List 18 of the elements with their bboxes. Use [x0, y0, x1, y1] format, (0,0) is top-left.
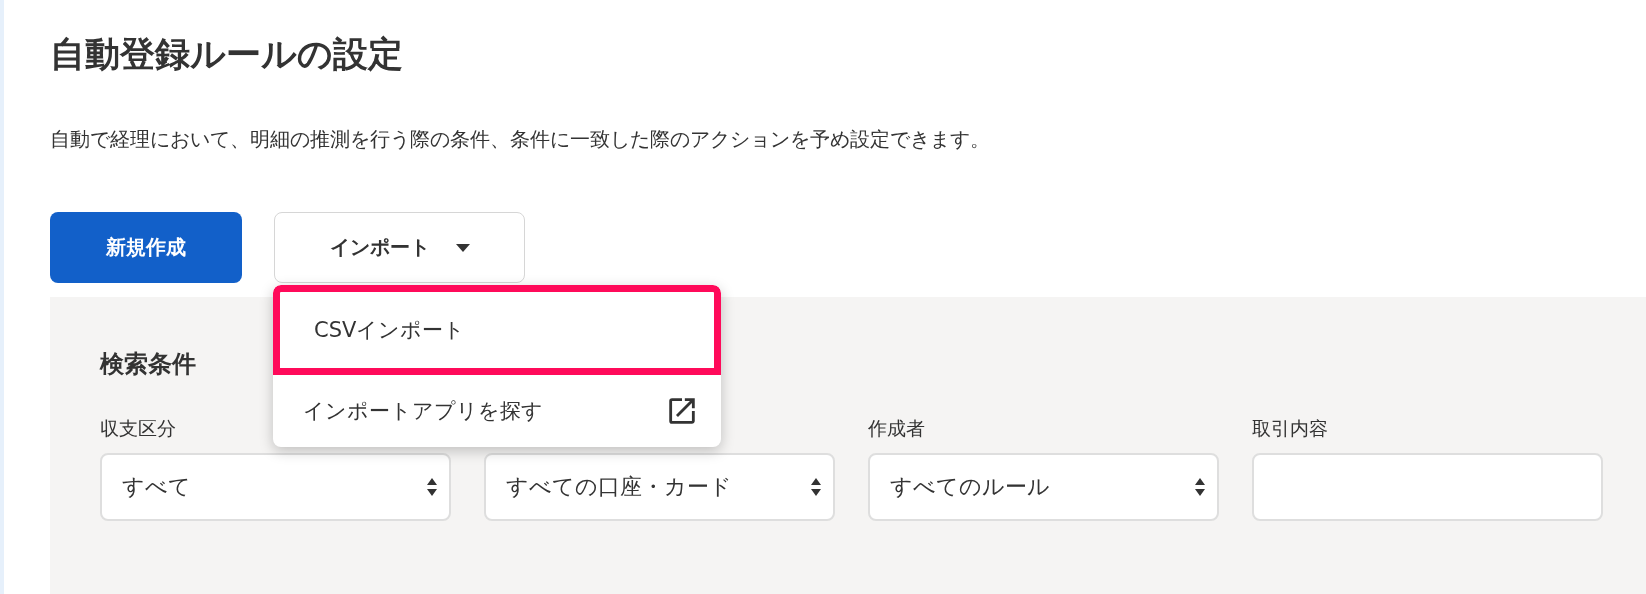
caret-icon	[455, 243, 470, 252]
select-field[interactable]: すべてのルール	[868, 453, 1219, 521]
page-title: 自動登録ルールの設定	[50, 33, 404, 76]
filter-label: 作成者	[868, 416, 925, 441]
sort-arrows-icon	[427, 478, 437, 496]
input-field[interactable]	[1252, 453, 1603, 521]
page-description: 自動で経理において、明細の推測を行う際の条件、条件に一致した際のアクションを予め設定できます。	[50, 126, 991, 153]
new-button[interactable]: 新規作成	[50, 212, 242, 283]
import-button[interactable]: インポート	[274, 212, 525, 283]
select-field[interactable]: すべて	[100, 453, 451, 521]
sort-arrows-icon	[811, 478, 821, 496]
select-field[interactable]: すべての口座・カード	[484, 453, 835, 521]
menu-item[interactable]: CSVインポート	[273, 285, 721, 375]
menu-item[interactable]: インポートアプリを探す	[273, 375, 721, 447]
search-heading: 検索条件	[100, 349, 197, 380]
filter-label: 取引内容	[1252, 416, 1328, 441]
sort-arrows-icon	[1195, 478, 1205, 496]
filter-label: 収支区分	[100, 416, 176, 441]
